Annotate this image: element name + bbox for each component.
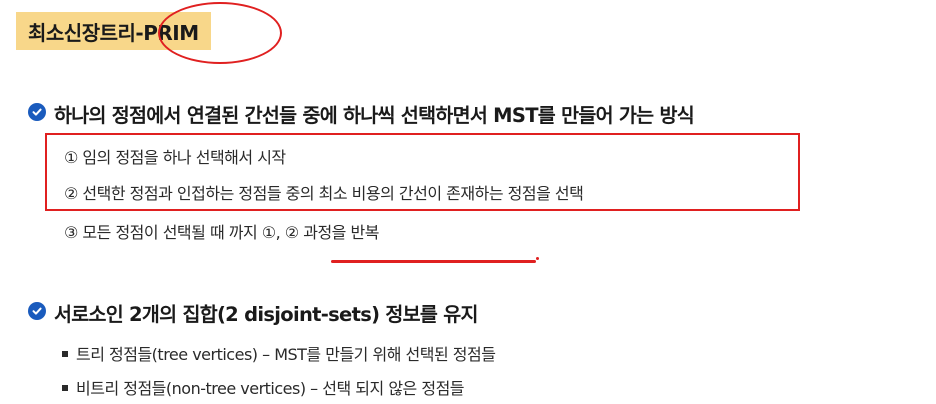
red-box-annotation [45, 133, 800, 211]
list-item-tree-vertices: 트리 정점들(tree vertices) – MST를 만들기 위해 선택된 … [76, 345, 496, 364]
red-dot-annotation [536, 257, 539, 260]
check-circle-icon [28, 302, 46, 320]
section1-heading: 하나의 정점에서 연결된 간선들 중에 하나씩 선택하면서 MST를 만들어 가… [54, 104, 695, 127]
step-3: ③ 모든 정점이 선택될 때 까지 ①, ② 과정을 반복 [64, 223, 379, 242]
red-underline-annotation [331, 260, 536, 263]
square-bullet-icon [62, 385, 68, 391]
red-circle-annotation [158, 2, 282, 64]
square-bullet-icon [62, 351, 68, 357]
section2-heading: 서로소인 2개의 집합(2 disjoint-sets) 정보를 유지 [54, 303, 478, 326]
check-circle-icon [28, 103, 46, 121]
list-item-non-tree-vertices: 비트리 정점들(non-tree vertices) – 선택 되지 않은 정점… [76, 379, 465, 398]
